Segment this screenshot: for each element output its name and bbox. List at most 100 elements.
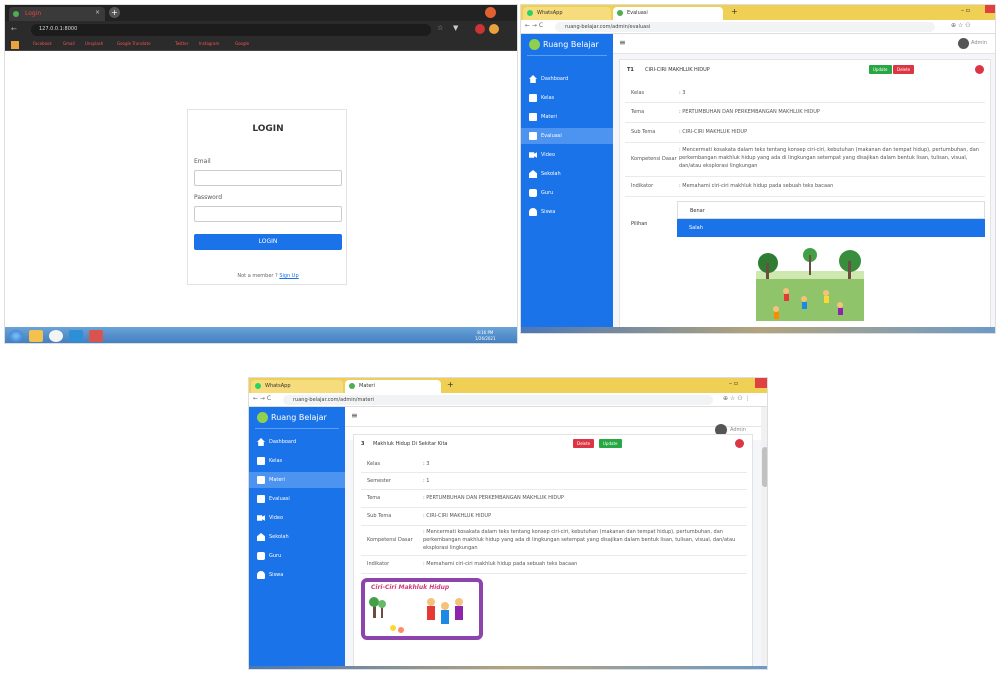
nav-arrows-icon[interactable]: ← → C [253, 395, 271, 402]
user-menu[interactable]: Admin [730, 427, 746, 433]
new-tab-button[interactable]: + [447, 380, 454, 389]
collapse-icon[interactable] [975, 65, 984, 74]
extension-icon-2[interactable] [489, 24, 499, 34]
sidebar-item-guru[interactable]: Guru [249, 548, 345, 564]
video-icon [529, 152, 537, 158]
browser-tab-evaluasi[interactable]: Evaluasi [613, 7, 723, 20]
browser-tab-whatsapp[interactable]: WhatsApp [523, 7, 611, 20]
sidebar-item-video[interactable]: Video [521, 147, 613, 163]
register-prompt: Not a member ? Sign Up [237, 273, 299, 279]
favicon-icon [349, 383, 355, 389]
sidebar-item-siswa[interactable]: Siswa [521, 204, 613, 220]
brand-logo-icon [257, 412, 268, 423]
sidebar-item-video[interactable]: Video [249, 510, 345, 526]
teacher-icon [529, 189, 537, 197]
sidebar-item-dashboard[interactable]: Dashboard [521, 71, 613, 87]
close-icon[interactable] [985, 5, 995, 13]
row-key: Sub Tema [367, 513, 392, 519]
vscode-icon[interactable] [69, 330, 83, 342]
tab-close-icon[interactable]: × [95, 9, 100, 16]
bookmark-item[interactable]: Instagram [199, 41, 219, 49]
update-button[interactable]: Update [599, 439, 622, 448]
bookmark-item[interactable]: Facebook [33, 41, 52, 49]
back-arrow-icon[interactable]: ← [11, 25, 17, 33]
bookmarks-bar [5, 39, 517, 51]
sidebar-item-evaluasi[interactable]: Evaluasi [249, 491, 345, 507]
browser-tab-login[interactable]: Login [9, 7, 105, 21]
bookmark-item[interactable]: Gmail [63, 41, 75, 49]
menu-toggle-icon[interactable]: ≡ [619, 38, 626, 47]
email-field[interactable] [194, 170, 342, 186]
sidebar-item-sekolah[interactable]: Sekolah [521, 166, 613, 182]
windows-taskbar [249, 666, 767, 669]
address-bar[interactable]: 127.0.0.1:8000 [31, 24, 431, 36]
filter-icon[interactable]: ▼ [453, 24, 458, 32]
extension-icon[interactable] [475, 24, 485, 34]
new-tab-button[interactable]: + [109, 7, 120, 18]
delete-button[interactable]: Delete [893, 65, 915, 74]
user-avatar-icon[interactable] [958, 38, 969, 49]
window-controls[interactable]: – ▫ [729, 380, 738, 387]
row-value: : Mencermati kosakata dalam teks tentang… [423, 529, 736, 551]
row-key: Tema [367, 495, 381, 501]
whatsapp-icon [255, 383, 261, 389]
windows-taskbar [521, 327, 995, 333]
toolbar-icons[interactable]: ⊕ ☆ ⚇ ⋮ [723, 395, 751, 402]
scrollbar-thumb[interactable] [762, 447, 767, 487]
menu-toggle-icon[interactable]: ≡ [351, 411, 358, 420]
collapse-icon[interactable] [735, 439, 744, 448]
teacher-icon [257, 552, 265, 560]
start-button[interactable] [9, 330, 23, 342]
address-bar[interactable]: ruang-belajar.com/admin/evaluasi [555, 22, 935, 32]
apps-icon[interactable] [11, 41, 19, 49]
window-controls[interactable]: – ▫ [961, 7, 970, 14]
new-tab-button[interactable]: + [731, 7, 738, 16]
sidebar-item-materi[interactable]: Materi [521, 109, 613, 125]
detail-row: Indikator: Memahami ciri-ciri makhluk hi… [361, 556, 747, 574]
row-value: : 3 [679, 90, 686, 96]
sidebar-item-kelas[interactable]: Kelas [521, 90, 613, 106]
scrollbar[interactable] [761, 407, 767, 669]
student-icon [529, 208, 537, 216]
bookmark-item[interactable]: Twitter [175, 41, 188, 49]
sidebar-item-evaluasi[interactable]: Evaluasi [521, 128, 613, 144]
nav-arrows-icon[interactable]: ← → C [525, 22, 543, 29]
sidebar-item-dashboard[interactable]: Dashboard [249, 434, 345, 450]
materi-thumbnail[interactable]: Ciri-Ciri Makhluk Hidup [361, 578, 483, 640]
row-key: Indikator [631, 183, 654, 189]
sidebar-item-kelas[interactable]: Kelas [249, 453, 345, 469]
sidebar-item-materi[interactable]: Materi [249, 472, 345, 488]
delete-button[interactable]: Delete [573, 439, 595, 448]
browser-tab-whatsapp[interactable]: WhatsApp [251, 380, 343, 393]
password-field[interactable] [194, 206, 342, 222]
login-window: Login × + ← 127.0.0.1:8000 ☆ ▼ Facebook … [4, 4, 518, 344]
bookmark-item[interactable]: Unsplash [85, 41, 103, 49]
sidebar-item-guru[interactable]: Guru [521, 185, 613, 201]
login-button[interactable]: LOGIN [194, 234, 342, 250]
app-icon[interactable] [89, 330, 103, 342]
update-button[interactable]: Update [869, 65, 892, 74]
row-key: Kompetensi Dasar [367, 537, 413, 543]
sidebar-item-sekolah[interactable]: Sekolah [249, 529, 345, 545]
brand-name: Ruang Belajar [543, 40, 599, 49]
student-icon [257, 571, 265, 579]
chrome-icon[interactable] [49, 330, 63, 342]
choice-option-selected[interactable]: Salah [677, 219, 985, 237]
close-icon[interactable] [755, 378, 767, 388]
sign-up-link[interactable]: Sign Up [279, 273, 298, 279]
browser-tab-materi[interactable]: Materi [345, 380, 441, 393]
user-menu[interactable]: Admin [971, 40, 987, 46]
row-key: Tema [631, 109, 645, 115]
choice-option[interactable]: Benar [677, 201, 985, 219]
toolbar-icons[interactable]: ⊕ ☆ ⚇ [951, 22, 971, 29]
bookmark-item[interactable]: Google Translate [117, 41, 151, 49]
detail-row: Indikator: Memahami ciri-ciri makhluk hi… [625, 177, 985, 197]
browser-profile-icon[interactable] [485, 7, 496, 18]
password-label: Password [194, 194, 223, 201]
email-label: Email [194, 158, 211, 165]
sidebar-item-siswa[interactable]: Siswa [249, 567, 345, 583]
star-icon[interactable]: ☆ [437, 24, 443, 32]
explorer-icon[interactable] [29, 330, 43, 342]
address-bar[interactable]: ruang-belajar.com/admin/materi [283, 395, 713, 405]
bookmark-item[interactable]: Google [235, 41, 249, 49]
